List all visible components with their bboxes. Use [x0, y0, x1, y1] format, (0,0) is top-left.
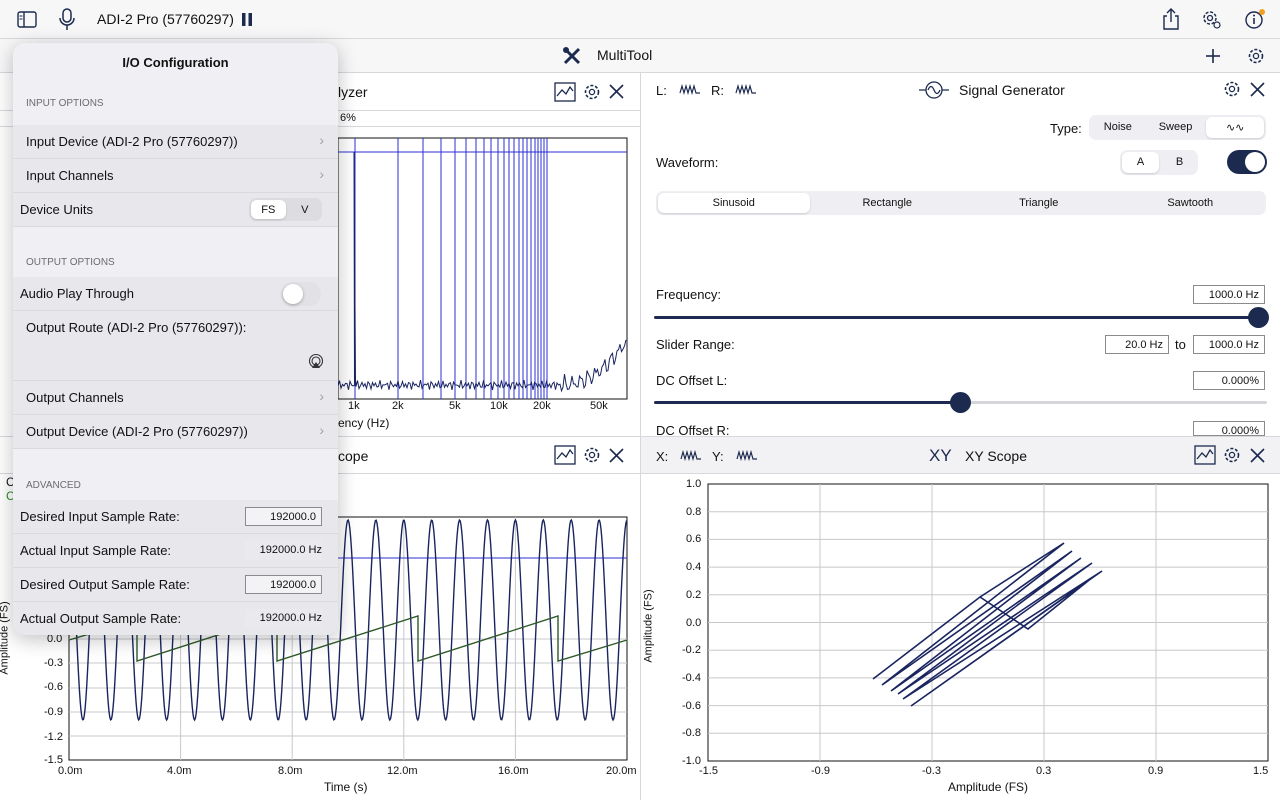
input-device-row[interactable]: Input Device (ADI-2 Pro (57760297)) ›	[13, 125, 338, 159]
device-units-row: Device Units FS V	[13, 193, 338, 227]
desired-input-rate-field[interactable]: 192000.0	[245, 507, 322, 526]
xy-y-tick: 0.4	[686, 561, 702, 574]
audio-play-through-toggle[interactable]	[281, 282, 321, 306]
xy-y-tick: 1.0	[686, 478, 702, 490]
actual-input-rate-row: Actual Input Sample Rate: 192000.0 Hz	[13, 534, 338, 568]
desired-input-rate-label: Desired Input Sample Rate:	[20, 509, 180, 524]
xy-x-tick: 0.9	[1148, 765, 1164, 777]
chevron-right-icon: ›	[319, 388, 324, 404]
actual-input-rate-label: Actual Input Sample Rate:	[20, 543, 172, 558]
xy-y-tick: -0.2	[682, 644, 701, 657]
xy-x-tick: 0.3	[1036, 765, 1052, 777]
advanced-section: ADVANCED	[26, 480, 81, 491]
xy-xlabel: Amplitude (FS)	[948, 780, 1029, 794]
chevron-right-icon: ›	[319, 132, 324, 148]
xy-y-tick: -0.6	[682, 699, 701, 712]
xy-x-tick: 1.5	[1253, 765, 1269, 777]
xy-y-tick: 0.0	[686, 616, 702, 629]
chevron-right-icon: ›	[319, 166, 324, 182]
desired-output-rate-row: Desired Output Sample Rate: 192000.0	[13, 568, 338, 602]
xy-x-tick: -0.9	[811, 765, 830, 777]
popover-title: I/O Configuration	[122, 55, 229, 70]
desired-input-rate-row: Desired Input Sample Rate: 192000.0	[13, 500, 338, 534]
input-device-label: Input Device (ADI-2 Pro (57760297))	[26, 134, 238, 149]
xy-ylabel: Amplitude (FS)	[642, 589, 655, 663]
xy-x-tick: -1.5	[699, 765, 718, 777]
desired-output-rate-field[interactable]: 192000.0	[245, 575, 322, 594]
xy-y-tick: -0.4	[682, 671, 701, 684]
actual-output-rate-value: 192000.0 Hz	[245, 609, 322, 628]
audio-play-through-label: Audio Play Through	[20, 286, 134, 301]
output-route-label: Output Route (ADI-2 Pro (57760297)):	[26, 320, 247, 335]
output-options-section: OUTPUT OPTIONS	[26, 257, 115, 268]
device-units-segmented-control[interactable]: FS V	[249, 198, 322, 221]
actual-output-rate-row: Actual Output Sample Rate: 192000.0 Hz	[13, 602, 338, 635]
xy-x-tick: -0.3	[922, 765, 941, 777]
output-channels-row[interactable]: Output Channels ›	[13, 381, 338, 415]
chevron-right-icon: ›	[319, 422, 324, 438]
device-units-label: Device Units	[20, 202, 93, 217]
xy-y-tick: 0.2	[686, 588, 702, 601]
actual-input-rate-value: 192000.0 Hz	[245, 541, 322, 560]
airplay-icon[interactable]	[308, 353, 324, 369]
xy-y-tick: 0.8	[686, 505, 702, 518]
input-options-section: INPUT OPTIONS	[26, 98, 104, 109]
output-route-row: Output Route (ADI-2 Pro (57760297)):	[13, 311, 338, 381]
desired-output-rate-label: Desired Output Sample Rate:	[20, 577, 190, 592]
input-channels-label: Input Channels	[26, 168, 114, 183]
xy-y-tick: -0.8	[682, 727, 701, 740]
output-device-row[interactable]: Output Device (ADI-2 Pro (57760297)) ›	[13, 415, 338, 449]
io-configuration-popover: I/O Configuration INPUT OPTIONS Input De…	[13, 43, 338, 635]
xy-y-tick: 0.6	[686, 533, 702, 546]
actual-output-rate-label: Actual Output Sample Rate:	[20, 611, 182, 626]
device-units-fs[interactable]: FS	[251, 200, 286, 219]
audio-play-through-row: Audio Play Through	[13, 277, 338, 311]
input-channels-row[interactable]: Input Channels ›	[13, 159, 338, 193]
output-device-label: Output Device (ADI-2 Pro (57760297))	[26, 424, 248, 439]
output-channels-label: Output Channels	[26, 390, 124, 405]
device-units-v[interactable]: V	[288, 198, 323, 221]
